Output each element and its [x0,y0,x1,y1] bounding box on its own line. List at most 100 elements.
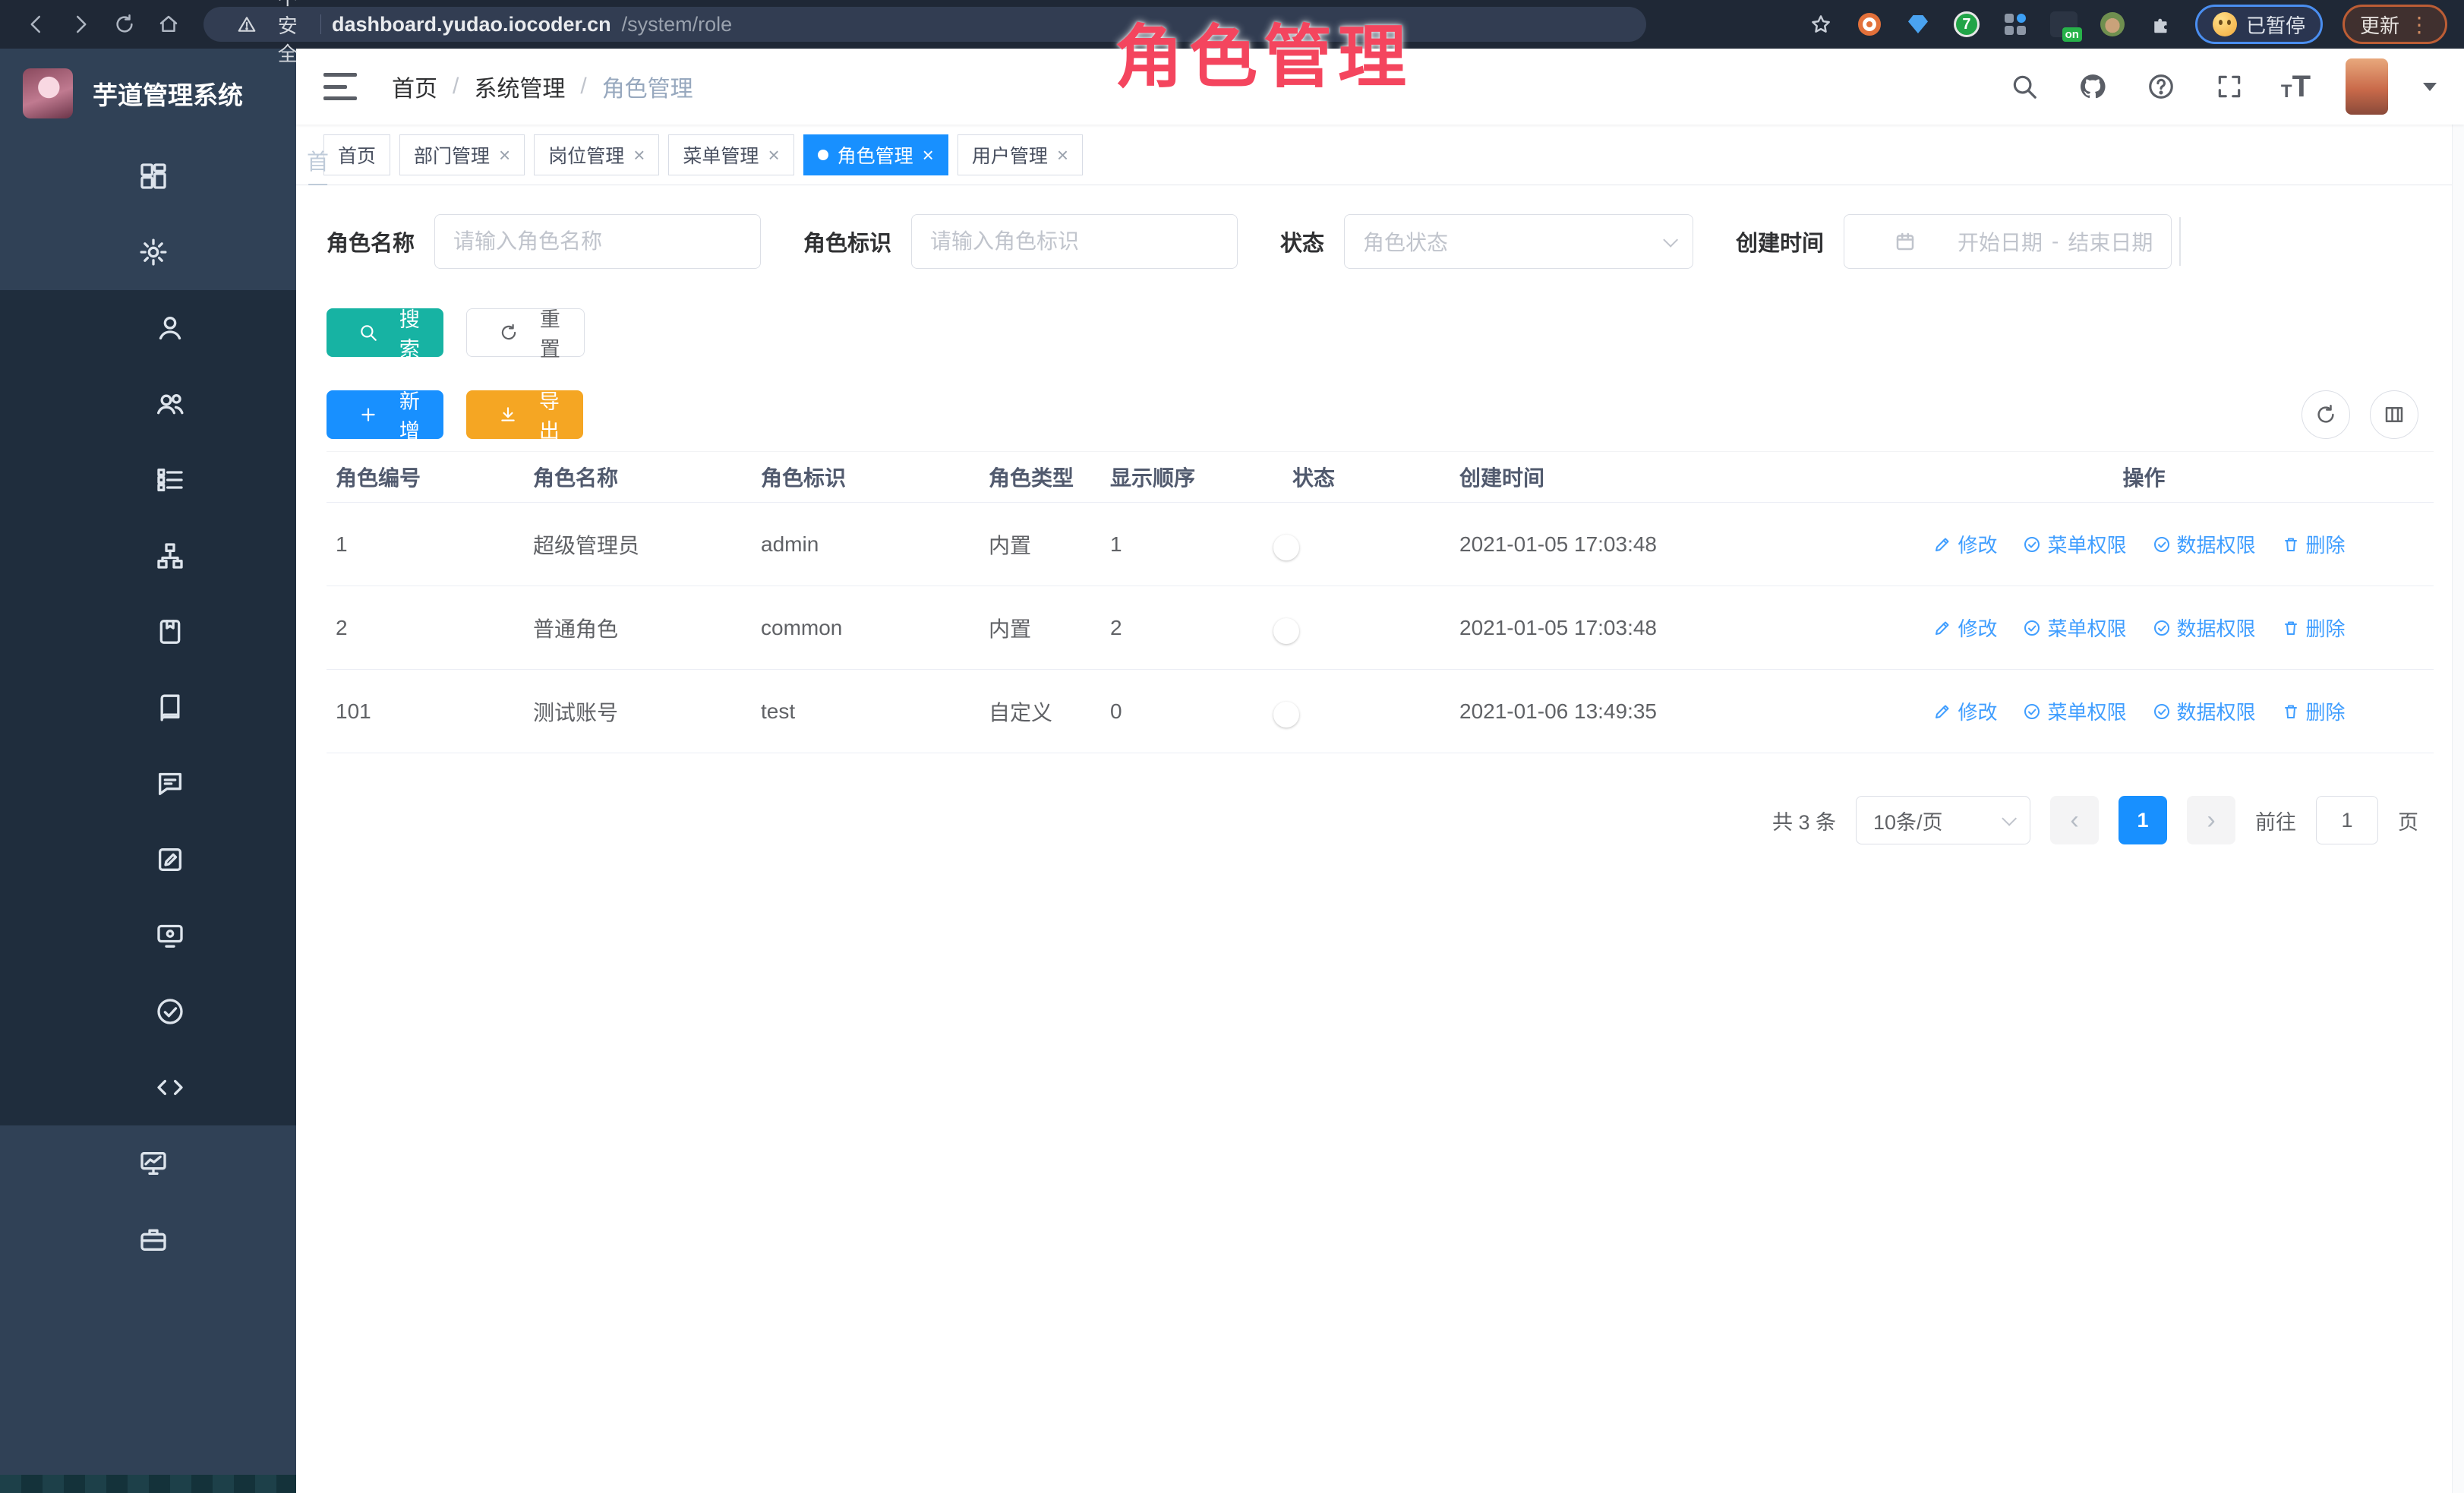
status-select[interactable]: 角色状态 [1344,214,1693,269]
circle-check-icon [2153,619,2171,637]
active-dot [818,150,828,160]
menu-fold-icon[interactable] [323,73,357,100]
prev-page-button[interactable]: ‹ [2050,796,2099,844]
tab[interactable]: 首页 × [323,134,390,175]
close-icon[interactable]: × [1057,145,1068,165]
sidebar-item[interactable]: 审计日志 [0,822,296,898]
delete-action[interactable]: 删除 [2282,697,2346,725]
extensions-puzzle-icon[interactable] [2147,10,2175,39]
tab[interactable]: 角色管理 × [803,134,948,175]
search-button[interactable]: 搜索 [327,308,443,357]
sidebar-item[interactable]: 错误码管理 [0,1050,296,1125]
forward-icon[interactable] [61,6,100,43]
sidebar-item[interactable]: 字典管理 [0,670,296,746]
cell-role-id: 2 [327,616,524,640]
sidebar-item[interactable]: 研发工具 [0,1201,296,1277]
col-role-id: 角色编号 [327,462,524,492]
menu-permission-action[interactable]: 菜单权限 [2023,614,2126,642]
sidebar-item[interactable]: 短信管理 [0,974,296,1050]
tab[interactable]: 用户管理 × [958,134,1083,175]
role-name-input[interactable] [434,214,761,269]
address-bar[interactable]: 不安全 dashboard.yudao.iocoder.cn /system/r… [203,7,1646,42]
monkey-icon [2100,12,2125,36]
browser-update-pill[interactable]: 更新 ⋮ [2343,5,2447,44]
edit-action[interactable]: 修改 [1933,614,1997,642]
cell-create-time: 2021-01-05 17:03:48 [1450,616,1845,640]
avatar[interactable] [2346,58,2388,115]
row-actions: 修改 菜单权限 数据权限 删除 [1845,697,2434,725]
sidebar-item[interactable]: 部门管理 [0,518,296,594]
breadcrumb-system[interactable]: 系统管理 [474,70,565,103]
close-icon[interactable]: × [633,145,645,165]
sidebar-item[interactable]: 岗位管理 [0,594,296,670]
sidebar-item-icon [32,138,275,214]
scrollbar[interactable] [2452,49,2464,1493]
add-button[interactable]: 新增 [327,390,443,439]
refresh-table-button[interactable] [2302,390,2350,439]
close-icon[interactable]: × [768,145,779,165]
close-icon[interactable]: × [499,145,510,165]
font-size-icon[interactable]: TT [2281,71,2311,102]
home-icon[interactable] [149,6,188,43]
sidebar-item[interactable]: 首页 [0,138,296,214]
delete-action[interactable]: 删除 [2282,614,2346,642]
menu-permission-action[interactable]: 菜单权限 [2023,530,2126,558]
tab[interactable]: 岗位管理 × [534,134,659,175]
extension-grid-icon[interactable] [2001,10,2030,39]
delete-icon [2282,535,2300,554]
sidebar-item-icon [65,670,275,746]
sidebar-item[interactable]: 菜单管理 [0,442,296,518]
extension-seven-icon[interactable]: 7 [1952,10,1981,39]
sidebar-item[interactable]: 在线用户 [0,898,296,974]
data-permission-action[interactable]: 数据权限 [2153,614,2256,642]
overlay-annotation-title: 角色管理 [1115,2,1412,100]
search-icon[interactable] [2008,70,2041,103]
tab-label: 部门管理 [414,141,490,169]
sidebar-item[interactable]: 系统管理 [0,214,296,290]
role-name-label: 角色名称 [327,226,415,257]
goto-page-input[interactable] [2316,796,2378,844]
col-actions: 操作 [1845,462,2434,492]
export-button[interactable]: 导出 [466,390,583,439]
sidebar-item[interactable]: 基础设施 [0,1125,296,1201]
current-page-button[interactable]: 1 [2119,796,2167,844]
reload-icon[interactable] [105,6,144,43]
fullscreen-icon[interactable] [2213,70,2246,103]
role-key-input[interactable] [911,214,1238,269]
breadcrumb-home[interactable]: 首页 [392,70,437,103]
tab[interactable]: 菜单管理 × [668,134,793,175]
help-icon[interactable] [2144,70,2178,103]
extension-gem-icon[interactable] [1904,10,1932,39]
date-range-picker[interactable]: 开始日期 - 结束日期 [1844,214,2172,269]
menu-permission-action[interactable]: 菜单权限 [2023,697,2126,725]
column-settings-button[interactable] [2370,390,2418,439]
security-indicator[interactable]: 不安全 [223,0,310,67]
reset-button[interactable]: 重置 [466,308,585,357]
seven-badge: 7 [1954,11,1980,37]
extension-monkey-icon[interactable] [2098,10,2127,39]
extension-on-icon[interactable]: on [2049,10,2078,39]
screen: 不安全 dashboard.yudao.iocoder.cn /system/r… [0,0,2464,1493]
delete-action[interactable]: 删除 [2282,530,2346,558]
profile-paused-pill[interactable]: 已暂停 [2195,5,2323,44]
tab[interactable]: 部门管理 × [399,134,525,175]
bookmark-star-icon[interactable] [1806,10,1835,39]
sidebar-item[interactable]: 用户管理 [0,290,296,366]
close-icon[interactable]: × [923,145,934,165]
kebab-menu-icon[interactable]: ⋮ [2409,12,2430,37]
tab-label: 角色管理 [838,141,913,169]
github-icon[interactable] [2076,70,2109,103]
edit-action[interactable]: 修改 [1933,697,1997,725]
next-page-button[interactable]: › [2187,796,2235,844]
data-permission-action[interactable]: 数据权限 [2153,697,2256,725]
chevron-down-icon [1663,232,1678,248]
sidebar-item[interactable]: 通知公告 [0,746,296,822]
extension-target-icon[interactable] [1855,10,1884,39]
cell-role-id: 101 [327,699,524,724]
back-icon[interactable] [17,6,56,43]
sidebar-item[interactable]: 角色管理 [0,366,296,442]
caret-down-icon[interactable] [2423,83,2437,91]
data-permission-action[interactable]: 数据权限 [2153,530,2256,558]
edit-action[interactable]: 修改 [1933,530,1997,558]
page-size-select[interactable]: 10条/页 [1856,796,2030,844]
